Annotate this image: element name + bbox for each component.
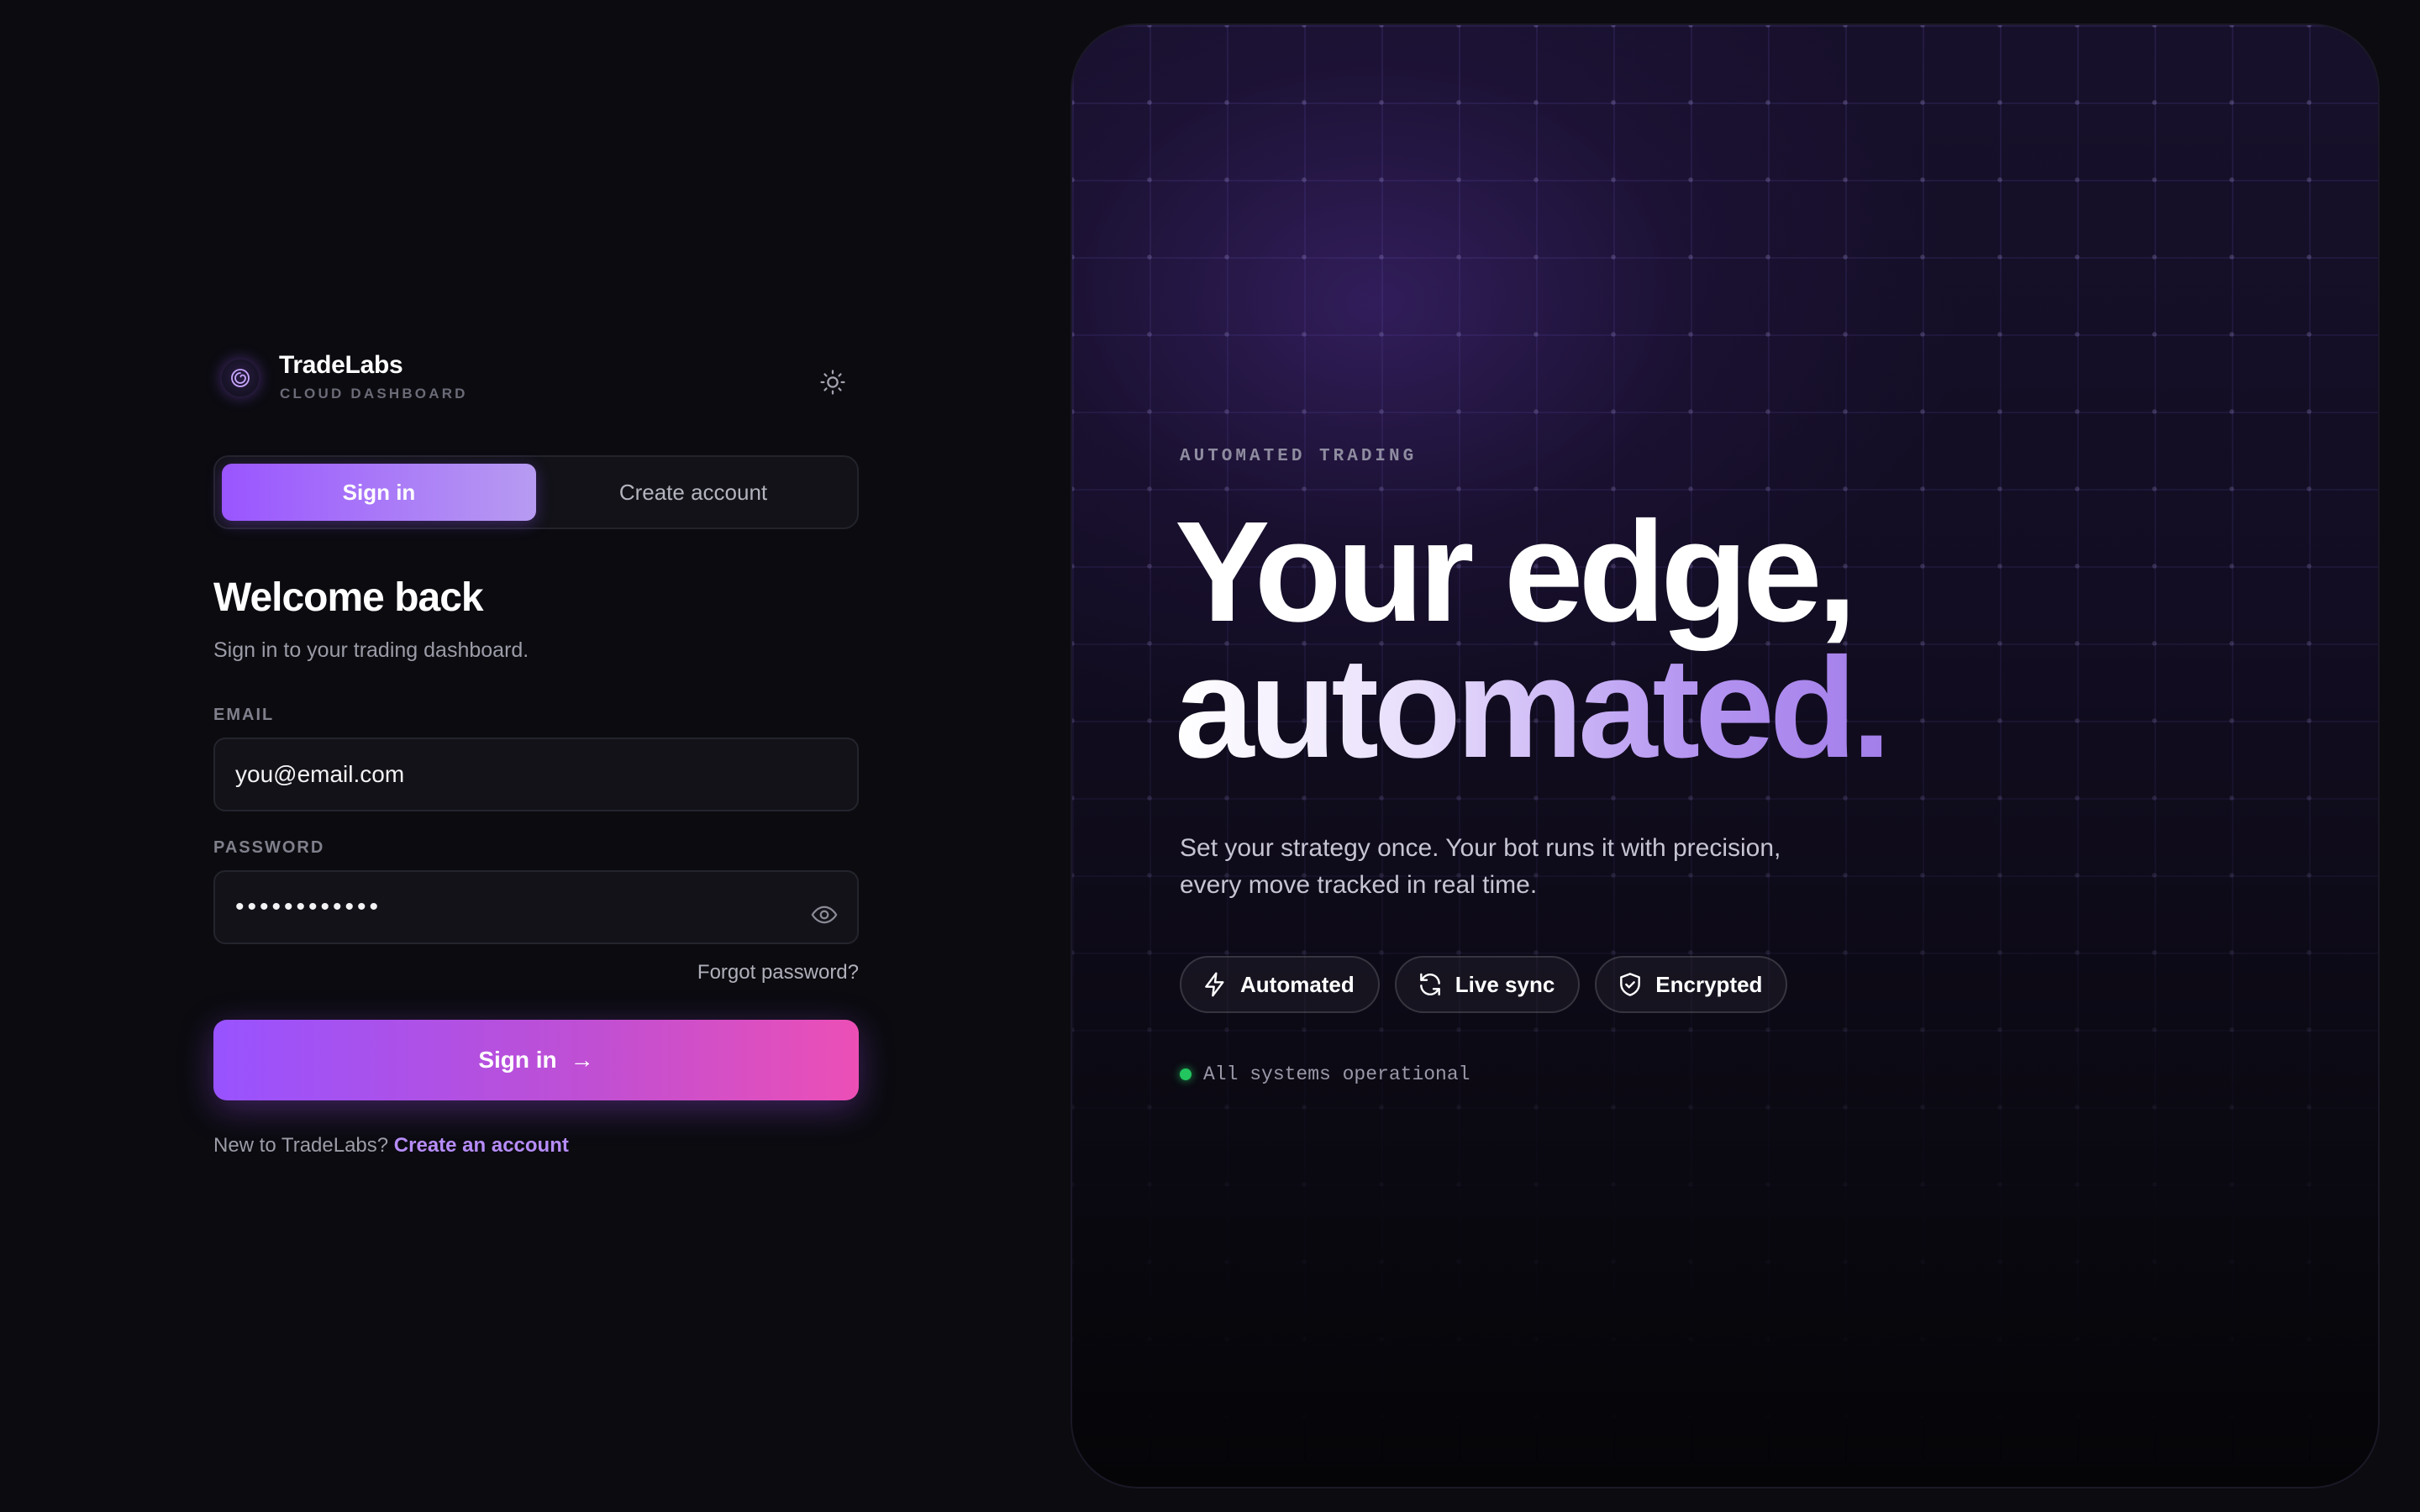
form-title: Welcome back: [213, 575, 484, 620]
shield-check-icon: [1620, 973, 1641, 996]
login-page: TradeLabs CLOUD DASHBOARD Sign in Create…: [0, 0, 2420, 1512]
hero-panel: AUTOMATED TRADING Your edge, automated. …: [1071, 24, 2380, 1488]
status-text: All systems operational: [1203, 1063, 1470, 1085]
sign-in-button[interactable]: Sign in →: [213, 1020, 859, 1100]
brand-name: TradeLabs: [279, 351, 403, 379]
hero-kicker: AUTOMATED TRADING: [1180, 447, 1418, 466]
eye-icon: [811, 906, 838, 924]
forgot-password-link[interactable]: Forgot password?: [697, 961, 859, 984]
badge-live-sync: Live sync: [1394, 956, 1581, 1013]
arrow-right-icon: →: [570, 1047, 594, 1073]
signup-prompt-text: New to TradeLabs?: [213, 1134, 389, 1157]
theme-toggle-button[interactable]: [810, 360, 855, 405]
sun-icon: [820, 370, 845, 395]
password-field[interactable]: [213, 870, 859, 944]
lightning-icon: [1205, 972, 1224, 997]
email-label: EMAIL: [213, 706, 275, 724]
signup-prompt: New to TradeLabs? Create an account: [213, 1134, 569, 1158]
badge-label: Live sync: [1455, 971, 1555, 997]
password-label: PASSWORD: [213, 838, 325, 857]
badge-encrypted: Encrypted: [1595, 956, 1788, 1013]
hero-headline: Your edge, automated.: [1175, 492, 1903, 780]
brand-subtitle: CLOUD DASHBOARD: [280, 386, 468, 402]
hero-headline-line-2: automated.: [1175, 637, 1903, 780]
status-indicator-dot: [1180, 1068, 1192, 1080]
brand-header: TradeLabs CLOUD DASHBOARD: [213, 344, 859, 408]
hero-description: Set your strategy once. Your bot runs it…: [1180, 834, 1781, 899]
create-account-link[interactable]: Create an account: [394, 1134, 569, 1157]
tab-sign-in[interactable]: Sign in: [222, 464, 536, 521]
badge-automated: Automated: [1180, 956, 1380, 1013]
hero-headline-line-1: Your edge,: [1175, 492, 1857, 652]
feature-badges: Automated Live sync Encrypted: [1180, 956, 1788, 1013]
system-status: All systems operational: [1180, 1063, 1470, 1085]
badge-label: Encrypted: [1655, 971, 1763, 997]
toggle-password-visibility-button[interactable]: [802, 892, 847, 937]
badge-label: Automated: [1240, 971, 1355, 997]
form-subtitle: Sign in to your trading dashboard.: [213, 638, 529, 662]
email-field[interactable]: [213, 738, 859, 811]
sign-in-button-label: Sign in: [478, 1047, 557, 1073]
refresh-icon: [1419, 973, 1440, 996]
auth-panel: TradeLabs CLOUD DASHBOARD Sign in Create…: [213, 344, 859, 1157]
tab-create-account[interactable]: Create account: [536, 464, 850, 521]
auth-tabs: Sign in Create account: [213, 455, 859, 529]
spiral-logo-icon: [222, 360, 259, 396]
